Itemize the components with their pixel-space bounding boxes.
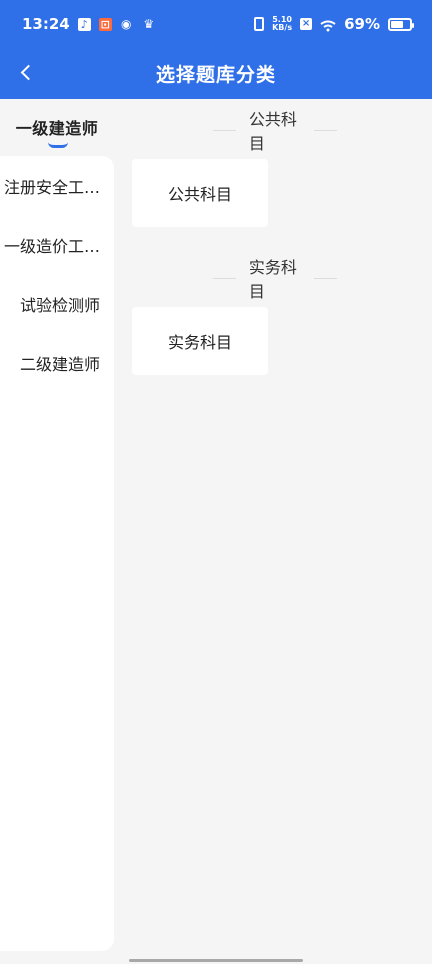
subject-card-public[interactable]: 公共科目 [132, 159, 268, 227]
category-sidebar: 一级建造师 注册安全工… 一级造价工… 试验检测师 二级建造师 [0, 99, 114, 951]
back-arrow-icon [20, 64, 36, 80]
selected-category-label: 一级建造师 [15, 119, 99, 138]
subject-card-practice[interactable]: 实务科目 [132, 307, 268, 375]
network-speed-unit: KB/s [272, 23, 293, 32]
sidebar-list: 注册安全工… 一级造价工… 试验检测师 二级建造师 [0, 156, 114, 951]
subject-content: 公共科目 公共科目 实务科目 实务科目 [114, 99, 432, 964]
selected-underline [48, 142, 68, 148]
network-speed: 5.10 KB/s [272, 16, 292, 32]
section-title-label: 实务科目 [248, 258, 297, 301]
app-header: 13:24 ♪ ⊡ ◉ ♛ 5.10 KB/s × 69% 选择题库分类 [0, 0, 432, 99]
wifi-icon [320, 18, 336, 32]
battery-percent: 69% [344, 15, 380, 33]
subject-card-label: 公共科目 [167, 185, 232, 204]
battery-level [391, 20, 404, 28]
section-title-practice-subjects: 实务科目 [200, 258, 350, 301]
title-bar: 选择题库分类 [0, 48, 432, 99]
page-title: 选择题库分类 [155, 64, 276, 86]
battery-icon [388, 17, 414, 31]
subject-card-label: 实务科目 [167, 333, 232, 352]
sidebar-item-label: 注册安全工… [4, 177, 101, 197]
status-bar: 13:24 ♪ ⊡ ◉ ♛ 5.10 KB/s × 69% [0, 0, 432, 48]
status-left: 13:24 ♪ ⊡ ◉ ♛ [22, 15, 157, 33]
sidebar-item-label: 试验检测师 [19, 295, 100, 315]
section-divider-right [314, 129, 337, 131]
crown-icon: ♛ [143, 17, 155, 31]
sim-off-icon: × [300, 18, 313, 30]
sidebar-item-second-class-constructor[interactable]: 二级建造师 [0, 333, 114, 392]
home-indicator[interactable] [129, 959, 303, 962]
section-divider-right [314, 277, 337, 279]
sidebar-item-label: 二级建造师 [19, 354, 100, 374]
sidebar-item-cost-engineer[interactable]: 一级造价工… [0, 215, 114, 274]
status-right: 5.10 KB/s × 69% [254, 15, 414, 33]
sidebar-item-label: 一级造价工… [4, 236, 101, 256]
section-divider-left [213, 277, 236, 279]
status-time: 13:24 [22, 15, 70, 33]
sidebar-item-test-inspection-engineer[interactable]: 试验检测师 [0, 274, 114, 333]
sidebar-selected-category[interactable]: 一级建造师 [0, 99, 114, 155]
section-title-public-subjects: 公共科目 [200, 110, 350, 153]
shop-icon: ⊡ [98, 17, 112, 31]
back-button[interactable] [13, 54, 43, 90]
vibrate-icon [254, 17, 265, 31]
section-divider-left [213, 129, 236, 131]
section-title-label: 公共科目 [248, 110, 297, 153]
sidebar-item-registered-safety-engineer[interactable]: 注册安全工… [0, 156, 114, 215]
app-badge-icon: ◉ [121, 17, 132, 31]
tiktok-icon: ♪ [77, 17, 91, 31]
